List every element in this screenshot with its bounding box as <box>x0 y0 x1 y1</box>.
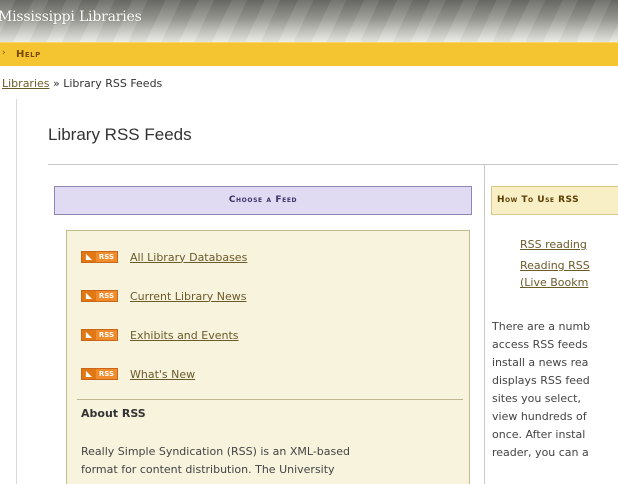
feed-item: ◣ RSS Exhibits and Events <box>81 327 239 343</box>
feed-link-current-library-news[interactable]: Current Library News <box>130 290 247 303</box>
feed-item: ◣ RSS Current Library News <box>81 288 247 304</box>
title-divider <box>48 164 618 165</box>
feed-link-all-library-databases[interactable]: All Library Databases <box>130 251 247 264</box>
breadcrumb-separator: » <box>49 77 64 90</box>
how-to-paragraph: There are a numb access RSS feeds instal… <box>492 318 618 462</box>
rss-badge-button[interactable]: ◣ RSS <box>81 329 118 341</box>
breadcrumb-libraries-link[interactable]: Libraries <box>2 77 50 90</box>
reading-rss-link-line: (Live Bookm <box>520 276 589 289</box>
breadcrumb-current: Library RSS Feeds <box>63 77 163 90</box>
about-rss-line: format for content distribution. The Uni… <box>81 463 335 476</box>
rss-reading-link[interactable]: RSS reading <box>520 238 587 251</box>
breadcrumb: Libraries » Library RSS Feeds <box>2 77 162 90</box>
rss-badge-button[interactable]: ◣ RSS <box>81 290 118 302</box>
rss-badge-label: RSS <box>98 292 115 300</box>
rss-badge-label: RSS <box>98 253 115 261</box>
rss-wave-icon: ◣ <box>82 252 96 262</box>
choose-feed-header: Choose a Feed <box>54 186 472 215</box>
feed-link-exhibits-and-events[interactable]: Exhibits and Events <box>130 329 239 342</box>
rss-badge-button[interactable]: ◣ RSS <box>81 368 118 380</box>
feed-link-whats-new[interactable]: What's New <box>130 368 195 381</box>
site-title[interactable]: Mississippi Libraries <box>0 9 142 25</box>
column-divider <box>484 165 485 484</box>
site-banner: Mississippi Libraries <box>0 0 618 42</box>
nav-help-link[interactable]: Help <box>16 49 41 60</box>
page-title: Library RSS Feeds <box>48 125 192 144</box>
about-rss-text: Really Simple Syndication (RSS) is an XM… <box>81 443 461 479</box>
paragraph-line: install a news rea <box>492 356 589 369</box>
top-nav-bar: › Help <box>0 42 618 66</box>
reading-rss-link[interactable]: Reading RSS (Live Bookm <box>520 259 590 289</box>
list-item: • RSS reading <box>520 236 618 253</box>
feed-list-panel: ◣ RSS All Library Databases ◣ RSS Curren… <box>66 230 470 484</box>
paragraph-line: access RSS feeds <box>492 338 588 351</box>
feed-item: ◣ RSS What's New <box>81 366 195 382</box>
how-to-link-list: • RSS reading • Reading RSS(Live Bookm <box>520 236 618 295</box>
paragraph-line: reader, you can a <box>492 446 589 459</box>
paragraph-line: sites you select, <box>492 392 581 405</box>
how-to-use-rss-header: How To Use RSS <box>491 186 618 215</box>
about-divider <box>77 399 463 400</box>
paragraph-line: There are a numb <box>492 320 591 333</box>
reading-rss-link-line: Reading RSS <box>520 259 590 272</box>
rss-badge-button[interactable]: ◣ RSS <box>81 251 118 263</box>
about-rss-heading: About RSS <box>81 407 146 420</box>
nav-arrow-icon: › <box>2 48 6 58</box>
paragraph-line: once. After instal <box>492 428 586 441</box>
rss-wave-icon: ◣ <box>82 291 96 301</box>
about-rss-line: Really Simple Syndication (RSS) is an XM… <box>81 445 351 458</box>
rss-wave-icon: ◣ <box>82 369 96 379</box>
list-item: • Reading RSS(Live Bookm <box>520 257 618 291</box>
feed-item: ◣ RSS All Library Databases <box>81 249 247 265</box>
paragraph-line: displays RSS feed <box>492 374 590 387</box>
paragraph-line: view hundreds of <box>492 410 587 423</box>
rss-badge-label: RSS <box>98 331 115 339</box>
rss-wave-icon: ◣ <box>82 330 96 340</box>
rss-badge-label: RSS <box>98 370 115 378</box>
